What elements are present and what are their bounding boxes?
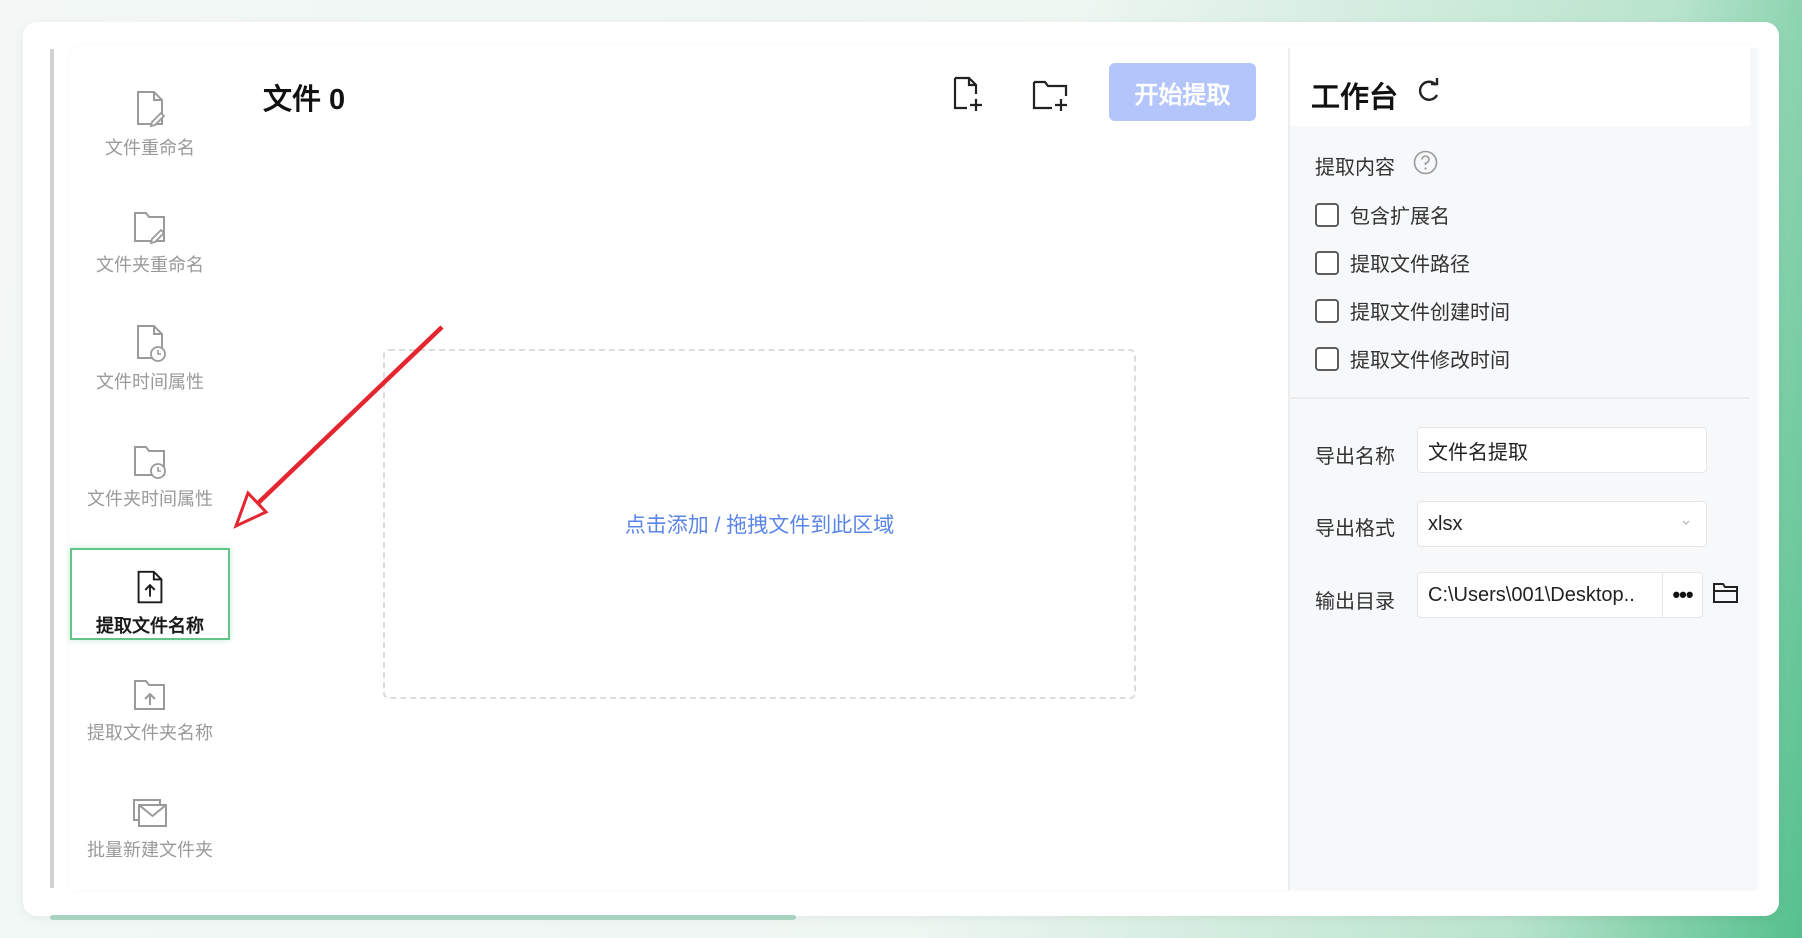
checkbox-label: 提取文件创建时间 xyxy=(1350,302,1510,324)
section-divider xyxy=(1290,397,1750,399)
sidebar-item-folder-time[interactable]: 文件夹时间属性 xyxy=(70,421,230,513)
sidebar-item-file-rename[interactable]: 文件重命名 xyxy=(70,70,230,162)
sidebar-item-label: 文件夹时间属性 xyxy=(87,489,213,509)
start-extract-button[interactable]: 开始提取 xyxy=(1109,63,1256,121)
export-name-input[interactable]: 文件名提取 xyxy=(1417,427,1707,473)
open-folder-icon[interactable] xyxy=(1712,580,1740,606)
checkbox-label: 提取文件修改时间 xyxy=(1350,350,1510,372)
sidebar-item-label: 文件时间属性 xyxy=(96,372,204,392)
option-include-extension[interactable]: 包含扩展名 xyxy=(1315,200,1450,229)
checkbox[interactable] xyxy=(1315,346,1339,371)
sidebar-item-label: 批量新建文件夹 xyxy=(87,840,213,860)
checkbox-label: 提取文件路径 xyxy=(1350,254,1470,276)
folder-upload-icon xyxy=(134,680,165,710)
refresh-icon[interactable] xyxy=(1414,76,1442,106)
drop-zone-hint: 点击添加 / 拖拽文件到此区域 xyxy=(624,514,895,537)
help-icon[interactable] xyxy=(1413,150,1438,175)
option-extract-path[interactable]: 提取文件路径 xyxy=(1315,248,1470,277)
file-edit-icon xyxy=(137,91,166,128)
sidebar-item-extract-file-names[interactable]: 提取文件名称 xyxy=(70,548,230,640)
export-name-label: 导出名称 xyxy=(1315,446,1395,468)
sidebar-item-label: 文件夹重命名 xyxy=(96,255,204,275)
option-extract-modified-time[interactable]: 提取文件修改时间 xyxy=(1315,344,1510,373)
sidebar-item-file-time[interactable]: 文件时间属性 xyxy=(70,304,230,396)
folder-clock-icon xyxy=(134,446,166,479)
sidebar-item-label: 提取文件名称 xyxy=(96,616,204,636)
output-dir-label: 输出目录 xyxy=(1315,591,1395,613)
checkbox[interactable] xyxy=(1315,298,1339,323)
file-drop-zone[interactable]: 点击添加 / 拖拽文件到此区域 xyxy=(383,349,1136,699)
sidebar-item-label: 提取文件夹名称 xyxy=(87,723,213,743)
checkbox[interactable] xyxy=(1315,202,1339,227)
output-dir-input[interactable]: C:\Users\001\Desktop.. xyxy=(1417,572,1663,618)
sidebar-item-batch-folders[interactable]: 批量新建文件夹 xyxy=(70,772,230,864)
export-format-label: 导出格式 xyxy=(1315,518,1395,540)
checkbox-label: 包含扩展名 xyxy=(1350,206,1450,228)
chevron-down-icon xyxy=(1682,520,1690,525)
add-folder-icon[interactable] xyxy=(1030,74,1070,114)
browse-button[interactable]: ••• xyxy=(1663,572,1703,618)
sidebar-item-label: 文件重命名 xyxy=(105,138,195,158)
page-title: 文件 0 xyxy=(263,84,346,116)
option-extract-created-time[interactable]: 提取文件创建时间 xyxy=(1315,296,1510,325)
file-clock-icon xyxy=(137,325,166,362)
file-upload-icon xyxy=(137,570,163,604)
left-edge-bar xyxy=(50,49,54,888)
export-format-select[interactable]: xlsx xyxy=(1417,501,1707,547)
extract-content-label: 提取内容 xyxy=(1315,157,1395,179)
add-file-icon[interactable] xyxy=(946,74,986,114)
export-format-value: xlsx xyxy=(1428,512,1463,535)
checkbox[interactable] xyxy=(1315,250,1339,275)
workbench-title: 工作台 xyxy=(1311,82,1399,114)
sidebar-item-extract-folder-names[interactable]: 提取文件夹名称 xyxy=(70,655,230,747)
panel-divider xyxy=(1288,48,1290,890)
sidebar-item-folder-rename[interactable]: 文件夹重命名 xyxy=(70,187,230,279)
horizontal-scrollbar[interactable] xyxy=(50,915,796,920)
folders-batch-icon xyxy=(133,799,167,827)
folder-edit-icon xyxy=(134,212,166,245)
